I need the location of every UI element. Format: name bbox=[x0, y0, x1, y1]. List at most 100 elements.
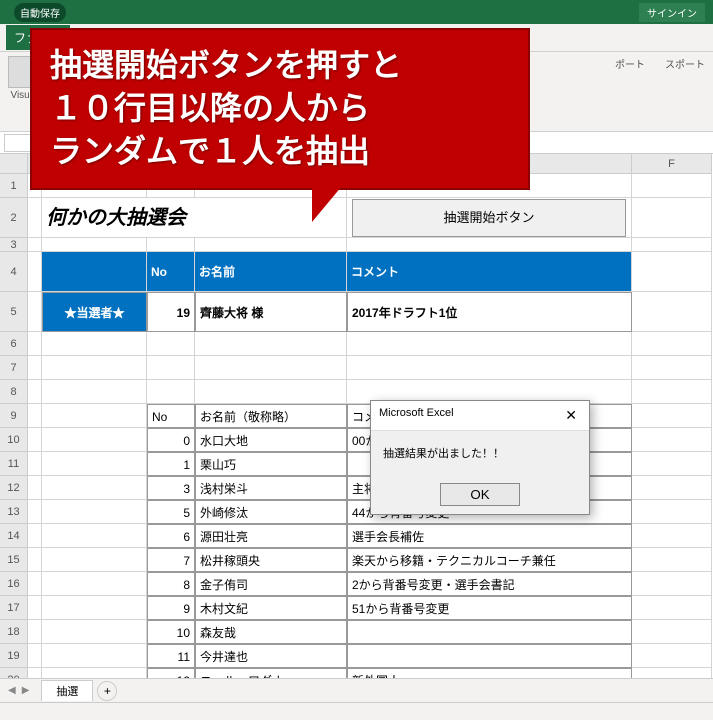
cell[interactable] bbox=[42, 524, 147, 548]
cell[interactable] bbox=[632, 452, 712, 476]
cell[interactable] bbox=[42, 644, 147, 668]
row-header[interactable]: 4 bbox=[0, 252, 28, 292]
row-header[interactable]: 9 bbox=[0, 404, 28, 428]
cell[interactable] bbox=[195, 238, 347, 252]
cell[interactable] bbox=[632, 428, 712, 452]
cell[interactable]: 松井稼頭央 bbox=[195, 548, 347, 572]
cell[interactable] bbox=[632, 572, 712, 596]
cell[interactable] bbox=[632, 596, 712, 620]
row-header[interactable]: 18 bbox=[0, 620, 28, 644]
result-header-cell[interactable]: No bbox=[147, 252, 195, 292]
cell[interactable]: 3 bbox=[147, 476, 195, 500]
cell[interactable] bbox=[28, 620, 42, 644]
cell[interactable] bbox=[42, 452, 147, 476]
row-header[interactable]: 10 bbox=[0, 428, 28, 452]
cell[interactable] bbox=[632, 548, 712, 572]
cell[interactable]: 1 bbox=[147, 452, 195, 476]
cell[interactable]: 2017年ドラフト1位 bbox=[347, 292, 632, 332]
cell[interactable]: 51から背番号変更 bbox=[347, 596, 632, 620]
cell[interactable] bbox=[632, 198, 712, 238]
cell[interactable] bbox=[28, 644, 42, 668]
cell[interactable] bbox=[632, 356, 712, 380]
row-header[interactable]: 17 bbox=[0, 596, 28, 620]
sheet-nav-arrows[interactable]: ◀▶ bbox=[8, 685, 29, 696]
cell[interactable]: 今井達也 bbox=[195, 644, 347, 668]
cell[interactable]: ★当選者★ bbox=[42, 292, 147, 332]
signin-button[interactable]: サインイン bbox=[639, 3, 705, 22]
cell[interactable] bbox=[28, 198, 42, 238]
cell[interactable] bbox=[632, 476, 712, 500]
cell[interactable] bbox=[28, 332, 42, 356]
cell[interactable] bbox=[28, 596, 42, 620]
cell[interactable]: No bbox=[147, 404, 195, 428]
cell[interactable]: 楽天から移籍・テクニカルコーチ兼任 bbox=[347, 548, 632, 572]
cell[interactable] bbox=[147, 356, 195, 380]
row-header[interactable]: 5 bbox=[0, 292, 28, 332]
cell[interactable] bbox=[347, 644, 632, 668]
cell[interactable] bbox=[28, 476, 42, 500]
cell[interactable]: 選手会長補佐 bbox=[347, 524, 632, 548]
cell[interactable] bbox=[147, 380, 195, 404]
row-header[interactable]: 13 bbox=[0, 500, 28, 524]
ribbon-export[interactable]: スポート bbox=[665, 56, 705, 71]
dialog-close-button[interactable]: ✕ bbox=[561, 407, 581, 424]
cell[interactable] bbox=[42, 476, 147, 500]
cell[interactable] bbox=[28, 452, 42, 476]
cell[interactable]: お名前（敬称略） bbox=[195, 404, 347, 428]
cell[interactable] bbox=[28, 356, 42, 380]
cell[interactable] bbox=[632, 404, 712, 428]
cell[interactable] bbox=[42, 500, 147, 524]
row-header[interactable]: 1 bbox=[0, 174, 28, 198]
result-header-cell[interactable]: コメント bbox=[347, 252, 632, 292]
row-header[interactable]: 3 bbox=[0, 238, 28, 252]
col-header-F[interactable]: F bbox=[632, 154, 712, 174]
cell[interactable]: 森友哉 bbox=[195, 620, 347, 644]
cell[interactable]: 6 bbox=[147, 524, 195, 548]
cell[interactable]: 金子侑司 bbox=[195, 572, 347, 596]
cell[interactable]: 9 bbox=[147, 596, 195, 620]
cell[interactable] bbox=[28, 500, 42, 524]
cell[interactable] bbox=[42, 238, 147, 252]
cell[interactable] bbox=[28, 428, 42, 452]
cell[interactable] bbox=[632, 252, 712, 292]
cell[interactable] bbox=[42, 332, 147, 356]
cell[interactable] bbox=[347, 620, 632, 644]
row-header[interactable]: 11 bbox=[0, 452, 28, 476]
row-header[interactable]: 2 bbox=[0, 198, 28, 238]
ribbon-import[interactable]: ポート bbox=[615, 56, 645, 71]
cell[interactable] bbox=[632, 292, 712, 332]
row-header[interactable]: 14 bbox=[0, 524, 28, 548]
cell[interactable]: 5 bbox=[147, 500, 195, 524]
row-header[interactable]: 7 bbox=[0, 356, 28, 380]
cell[interactable] bbox=[632, 174, 712, 198]
cell[interactable] bbox=[195, 380, 347, 404]
cell[interactable] bbox=[42, 620, 147, 644]
cell[interactable] bbox=[147, 332, 195, 356]
cell[interactable]: 11 bbox=[147, 644, 195, 668]
cell[interactable] bbox=[42, 428, 147, 452]
cell[interactable] bbox=[42, 404, 147, 428]
cell[interactable] bbox=[632, 500, 712, 524]
cell[interactable] bbox=[632, 238, 712, 252]
cell[interactable] bbox=[42, 380, 147, 404]
cell[interactable] bbox=[28, 572, 42, 596]
cell[interactable]: 8 bbox=[147, 572, 195, 596]
cell[interactable] bbox=[42, 596, 147, 620]
cell[interactable] bbox=[28, 404, 42, 428]
cell[interactable]: 浅村栄斗 bbox=[195, 476, 347, 500]
cell[interactable]: 水口大地 bbox=[195, 428, 347, 452]
row-header[interactable]: 6 bbox=[0, 332, 28, 356]
cell[interactable] bbox=[42, 572, 147, 596]
dialog-ok-button[interactable]: OK bbox=[440, 483, 520, 506]
lottery-start-button[interactable]: 抽選開始ボタン bbox=[352, 199, 626, 237]
cell[interactable]: 0 bbox=[147, 428, 195, 452]
cell[interactable] bbox=[28, 524, 42, 548]
cell[interactable]: 19 bbox=[147, 292, 195, 332]
row-header[interactable]: 15 bbox=[0, 548, 28, 572]
sheet-tab-active[interactable]: 抽選 bbox=[41, 680, 93, 701]
cell[interactable] bbox=[42, 548, 147, 572]
cell[interactable]: 10 bbox=[147, 620, 195, 644]
cell[interactable] bbox=[28, 292, 42, 332]
cell[interactable] bbox=[28, 252, 42, 292]
row-header[interactable]: 12 bbox=[0, 476, 28, 500]
